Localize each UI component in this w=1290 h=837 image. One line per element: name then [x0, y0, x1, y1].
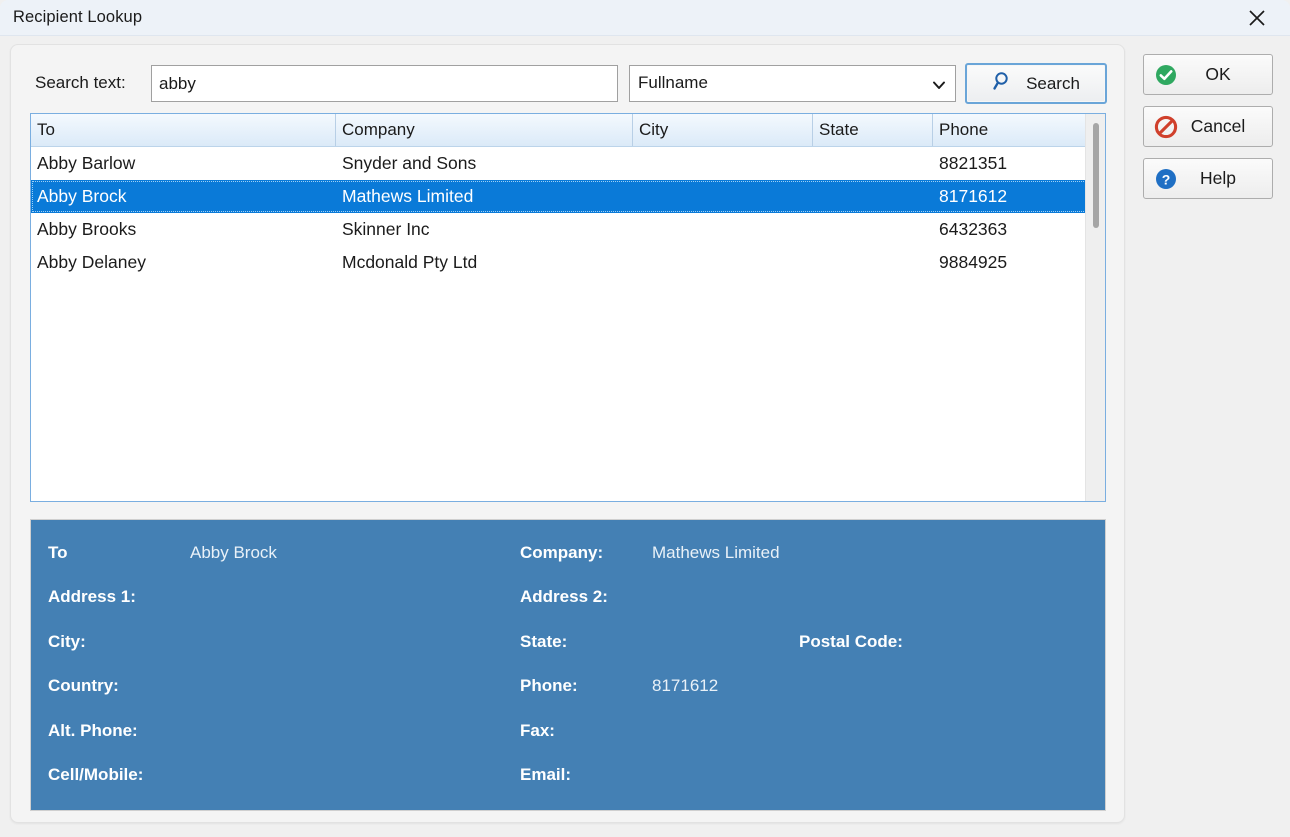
chevron-down-icon [931, 77, 947, 93]
dialog-body: Search text: Fullname Search [0, 36, 1290, 837]
cancel-button[interactable]: Cancel [1143, 106, 1273, 147]
table-row[interactable]: Abby Barlow Snyder and Sons 8821351 [31, 147, 1105, 180]
detail-cell-label: Cell/Mobile: [48, 765, 144, 784]
detail-phone-label: Phone: [520, 676, 578, 695]
cell-state [813, 246, 933, 279]
column-header-phone[interactable]: Phone [933, 114, 1087, 146]
scrollbar-thumb[interactable] [1093, 123, 1099, 228]
results-list-header: To Company City State Phone [31, 114, 1105, 147]
close-button[interactable] [1224, 0, 1290, 35]
detail-phone-value: 8171612 [652, 676, 719, 695]
cell-phone: 8171612 [939, 186, 1008, 206]
search-text-label: Search text: [35, 73, 126, 92]
help-button-label: Help [1200, 168, 1236, 188]
cell-city [633, 180, 813, 213]
detail-country-label: Country: [48, 676, 119, 695]
title-bar: Recipient Lookup [0, 0, 1290, 36]
recipient-lookup-dialog: Recipient Lookup Search text: Fullname [0, 0, 1290, 837]
results-list[interactable]: To Company City State Phone Abby Barlow … [30, 113, 1106, 502]
detail-email-label: Email: [520, 765, 572, 784]
cell-to: Abby Brock [37, 186, 127, 206]
column-header-city[interactable]: City [633, 114, 813, 146]
table-row[interactable]: Abby Brooks Skinner Inc 6432363 [31, 213, 1105, 246]
detail-altphone-label: Alt. Phone: [48, 721, 138, 740]
results-list-scrollbar[interactable] [1085, 114, 1105, 501]
close-icon [1246, 7, 1268, 29]
search-button[interactable]: Search [965, 63, 1107, 104]
detail-address2-label: Address 2: [520, 587, 608, 606]
cancel-button-label: Cancel [1190, 116, 1246, 136]
cell-city [633, 213, 813, 246]
recipient-detail-panel: To Abby Brock Company: Mathews Limited A… [30, 519, 1106, 811]
search-input[interactable] [151, 65, 618, 102]
cell-phone: 8821351 [939, 153, 1008, 173]
detail-fax-label: Fax: [520, 721, 555, 740]
search-field-select-value: Fullname [638, 73, 708, 92]
detail-postal-label: Postal Code: [799, 632, 903, 651]
detail-state-label: State: [520, 632, 568, 651]
cell-to: Abby Delaney [37, 252, 146, 272]
table-row[interactable]: Abby Brock Mathews Limited 8171612 [31, 180, 1105, 213]
detail-company-value: Mathews Limited [652, 543, 780, 562]
cell-city [633, 246, 813, 279]
check-circle-icon [1154, 63, 1178, 87]
cell-phone: 6432363 [939, 219, 1008, 239]
question-circle-icon: ? [1154, 167, 1178, 191]
detail-company-label: Company: [520, 543, 604, 562]
search-field-select[interactable]: Fullname [629, 65, 956, 102]
column-header-state[interactable]: State [813, 114, 933, 146]
cell-phone: 9884925 [939, 252, 1008, 272]
ok-button-label: OK [1205, 64, 1231, 84]
cell-state [813, 180, 933, 213]
cell-company: Mcdonald Pty Ltd [342, 252, 478, 272]
column-header-to[interactable]: To [31, 114, 336, 146]
magnifier-icon [992, 70, 1014, 97]
cell-company: Mathews Limited [342, 186, 474, 206]
column-header-company[interactable]: Company [336, 114, 633, 146]
cell-company: Skinner Inc [342, 219, 430, 239]
cell-state [813, 147, 933, 180]
svg-text:?: ? [1162, 171, 1171, 187]
cell-state [813, 213, 933, 246]
ok-button[interactable]: OK [1143, 54, 1273, 95]
window-title: Recipient Lookup [13, 8, 143, 26]
help-button[interactable]: ? Help [1143, 158, 1273, 199]
detail-to-value: Abby Brock [190, 543, 277, 562]
cell-to: Abby Brooks [37, 219, 137, 239]
cell-city [633, 147, 813, 180]
results-list-rows: Abby Barlow Snyder and Sons 8821351 Abby… [31, 147, 1105, 279]
detail-address1-label: Address 1: [48, 587, 136, 606]
cell-to: Abby Barlow [37, 153, 136, 173]
no-entry-icon [1154, 115, 1178, 139]
detail-city-label: City: [48, 632, 86, 651]
content-group-panel: Search text: Fullname Search [10, 44, 1125, 823]
detail-to-label: To [48, 543, 68, 562]
search-button-label: Search [1026, 73, 1080, 93]
cell-company: Snyder and Sons [342, 153, 477, 173]
table-row[interactable]: Abby Delaney Mcdonald Pty Ltd 9884925 [31, 246, 1105, 279]
